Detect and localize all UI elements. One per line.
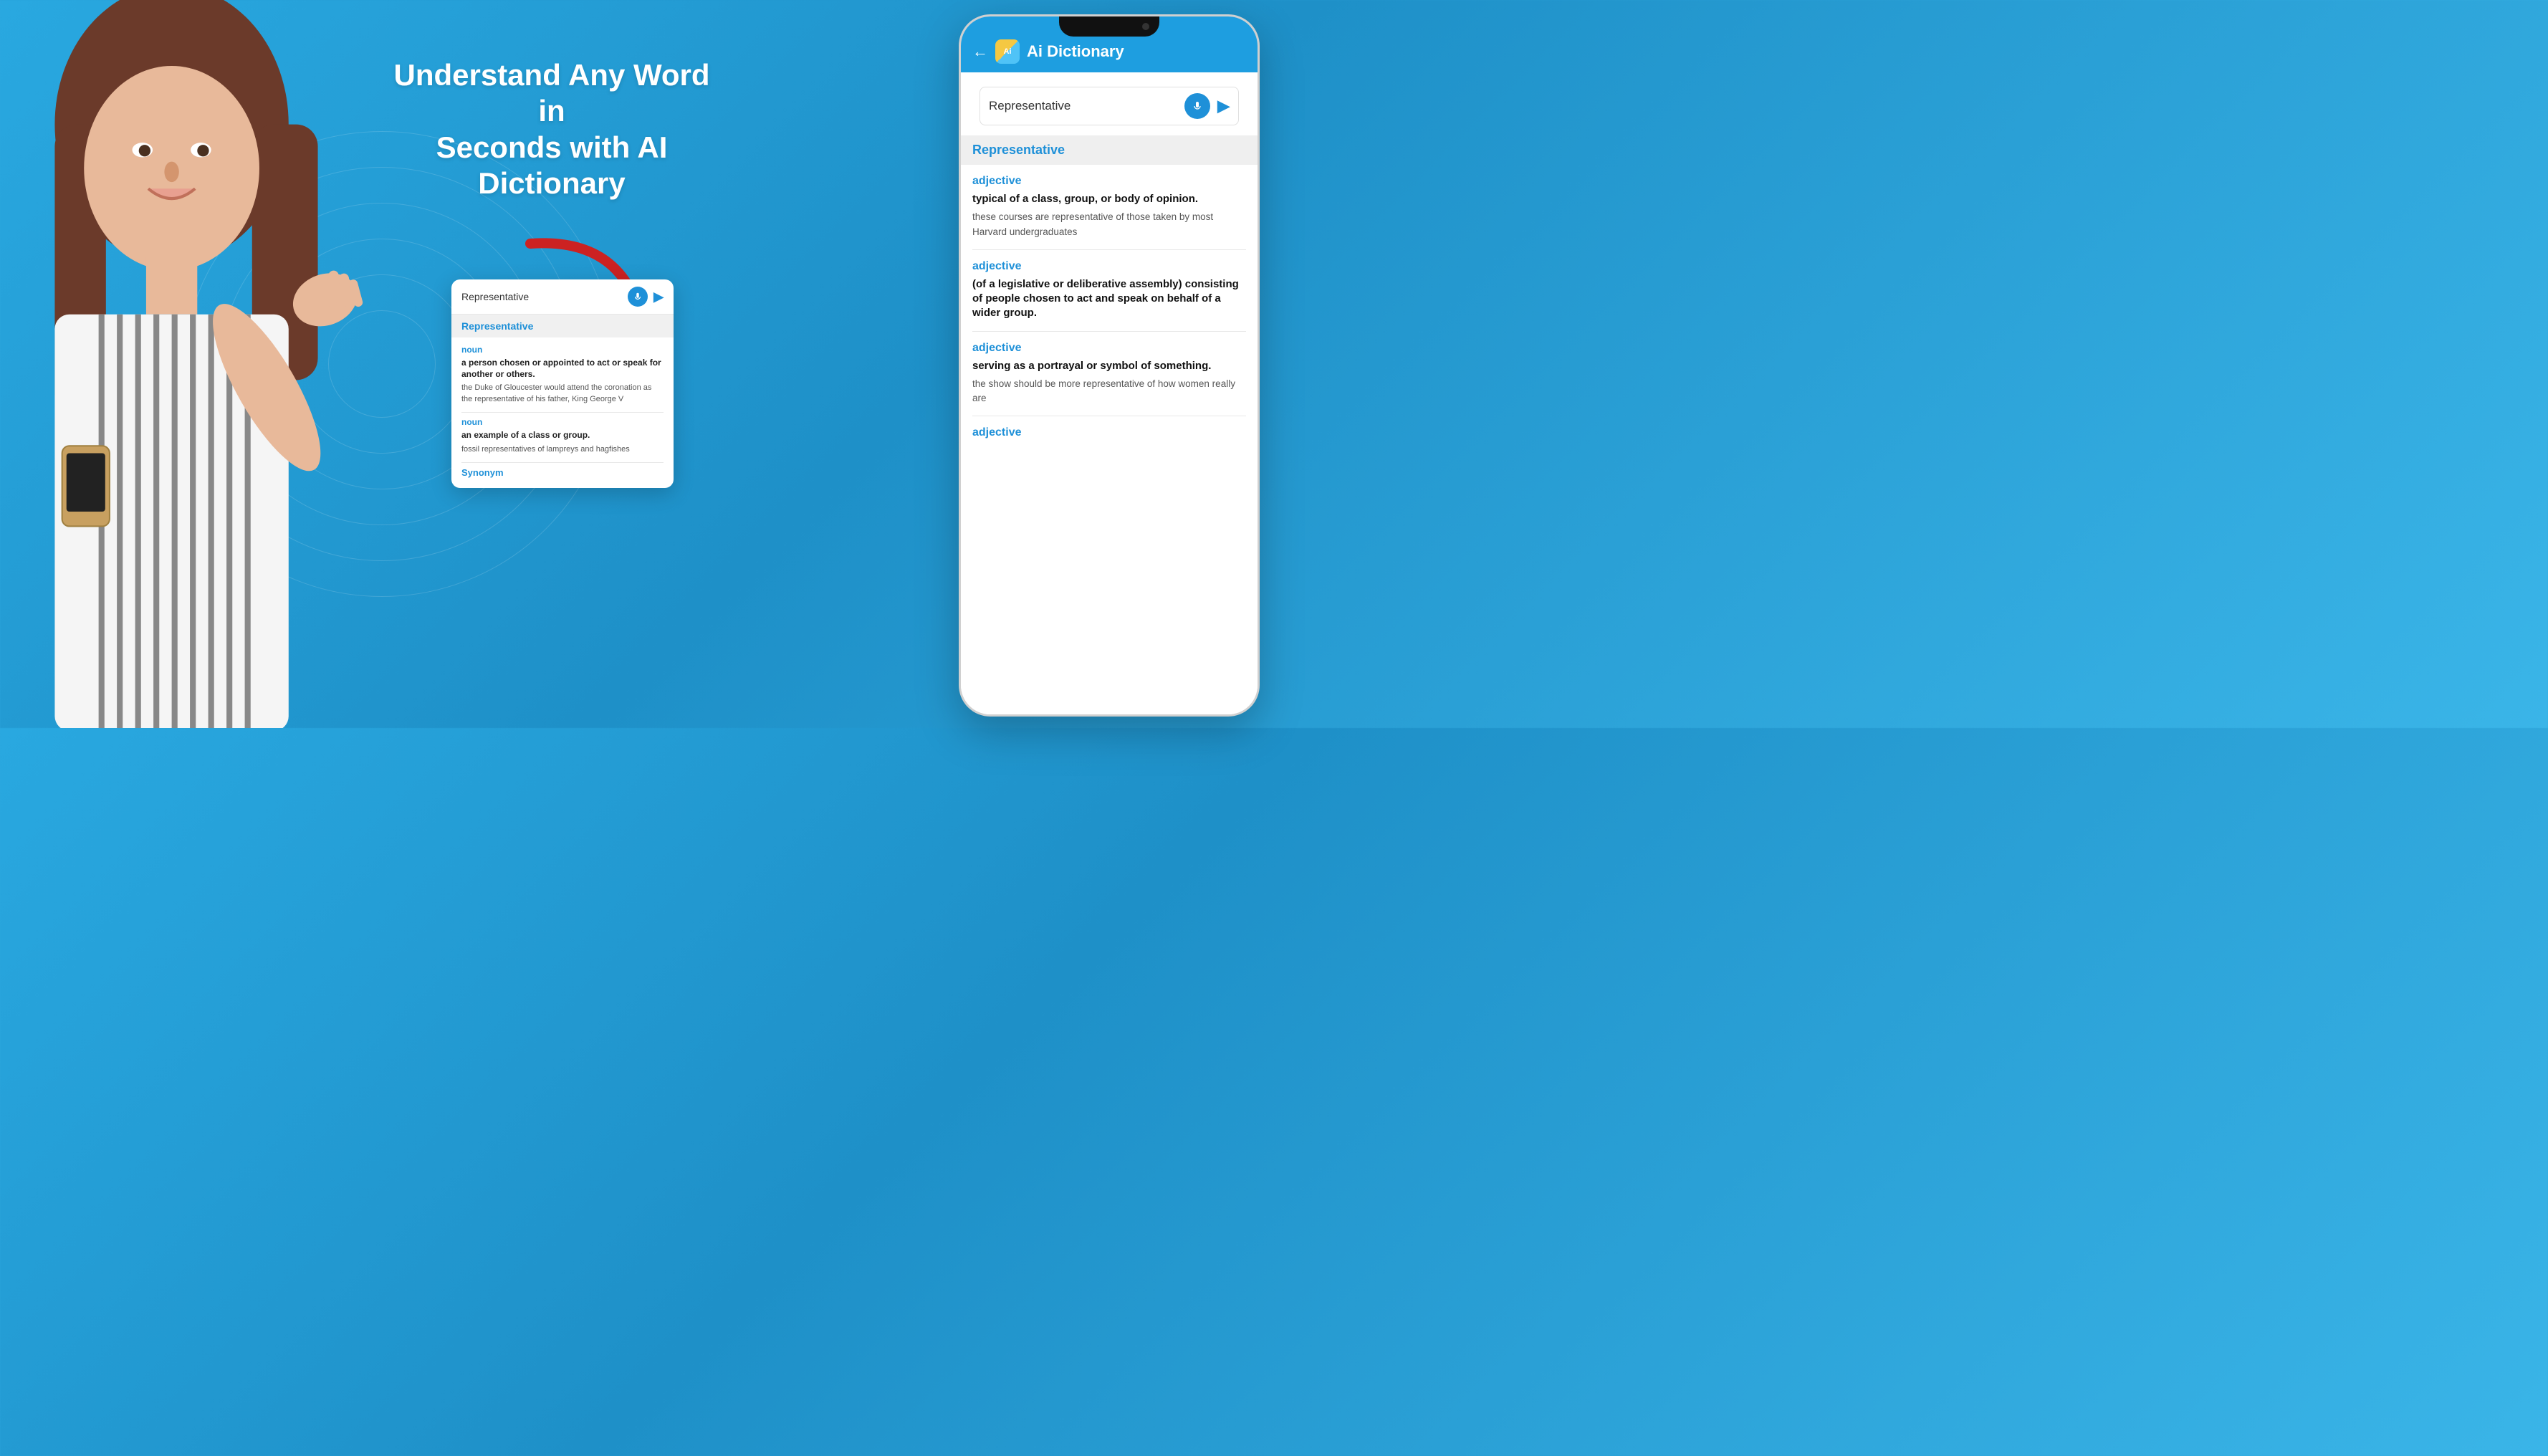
- small-search-icons: ▶: [628, 287, 664, 307]
- notch-camera: [1142, 23, 1149, 30]
- small-pos-2: noun: [461, 417, 664, 427]
- phone-search-icons: ▶: [1184, 93, 1230, 119]
- app-icon-letter: Ai: [1004, 47, 1012, 56]
- phone-section-2: adjective (of a legislative or deliberat…: [972, 260, 1246, 321]
- small-def-1: a person chosen or appointed to act or s…: [461, 358, 664, 380]
- small-pos-1: noun: [461, 345, 664, 355]
- phone-body: adjective typical of a class, group, or …: [961, 165, 1258, 714]
- small-def-2: an example of a class or group.: [461, 430, 664, 441]
- phone-pos-1: adjective: [972, 175, 1246, 188]
- phone-back-button[interactable]: ←: [972, 42, 988, 61]
- small-example-1: the Duke of Gloucester would attend the …: [461, 383, 664, 405]
- small-card-body: noun a person chosen or appointed to act…: [451, 337, 674, 488]
- app-title: Ai Dictionary: [1027, 42, 1124, 61]
- phone-divider-2: [972, 331, 1246, 332]
- small-definition-card: Representative ▶ Representative noun a p…: [451, 279, 674, 488]
- phone-frame: ← Ai Ai Dictionary Representative ▶ Repr…: [959, 14, 1260, 717]
- phone-pos-partial: adjective: [972, 426, 1246, 439]
- small-mic-button[interactable]: [628, 287, 648, 307]
- small-card-search-bar: Representative ▶: [451, 279, 674, 315]
- phone-mic-button[interactable]: [1184, 93, 1210, 119]
- phone-search-text: Representative: [989, 99, 1179, 113]
- small-example-2: fossil representatives of lampreys and h…: [461, 444, 664, 455]
- person-photo: [0, 0, 373, 728]
- phone-pos-2: adjective: [972, 260, 1246, 273]
- phone-section-partial: adjective: [972, 426, 1246, 439]
- small-search-text: Representative: [461, 291, 628, 302]
- phone-search-area: Representative ▶: [961, 72, 1258, 135]
- phone-def-1: typical of a class, group, or body of op…: [972, 192, 1246, 206]
- phone-section-1: adjective typical of a class, group, or …: [972, 175, 1246, 239]
- phone-section-3: adjective serving as a portrayal or symb…: [972, 342, 1246, 406]
- phone-def-3: serving as a portrayal or symbol of some…: [972, 359, 1246, 373]
- headline-text: Understand Any Word in Seconds with AI D…: [387, 57, 717, 202]
- small-result-word: Representative: [451, 315, 674, 337]
- phone-divider-1: [972, 249, 1246, 250]
- small-synonym-label[interactable]: Synonym: [461, 462, 664, 481]
- phone-send-button[interactable]: ▶: [1217, 97, 1230, 115]
- phone-result-word: Representative: [961, 135, 1258, 165]
- phone-def-2: (of a legislative or deliberative assemb…: [972, 277, 1246, 321]
- phone-example-1: these courses are representative of thos…: [972, 210, 1246, 239]
- phone-example-3: the show should be more representative o…: [972, 377, 1246, 406]
- phone-search-bar[interactable]: Representative ▶: [980, 87, 1239, 125]
- phone-notch: [1059, 16, 1159, 37]
- small-send-button[interactable]: ▶: [653, 289, 664, 305]
- phone-pos-3: adjective: [972, 342, 1246, 355]
- app-icon: Ai: [995, 39, 1020, 64]
